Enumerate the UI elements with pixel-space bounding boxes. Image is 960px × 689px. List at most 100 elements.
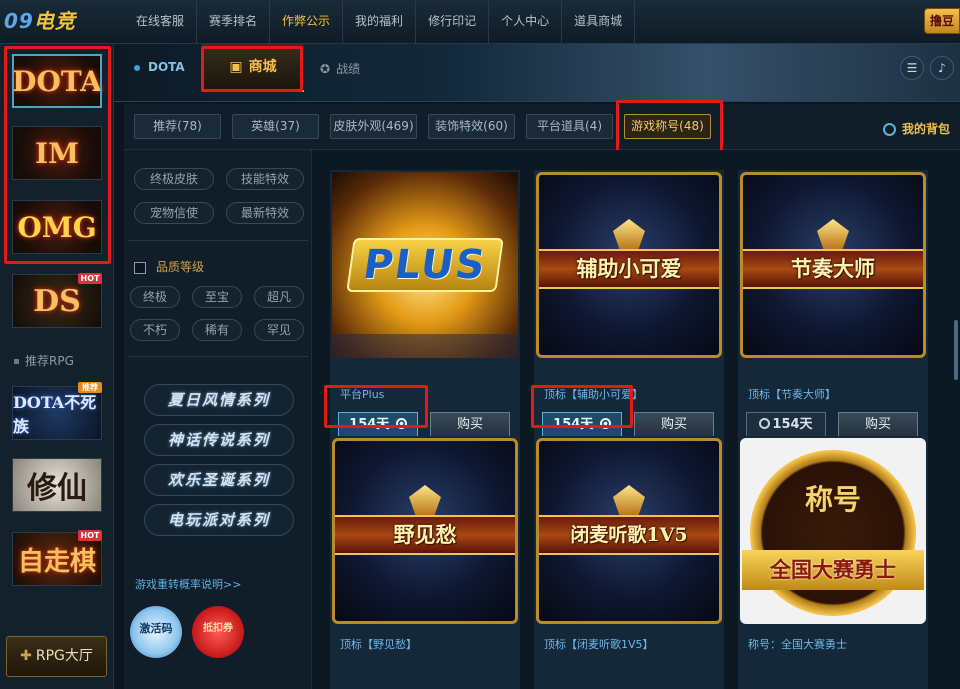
category-bar: 推荐(78) 英雄(37) 皮肤外观(469) 装饰特效(60) 平台道具(4)… [124, 104, 960, 150]
duration-option[interactable]: 154天 [542, 412, 622, 438]
product-image[interactable]: 节奏大师 [740, 172, 926, 358]
product-image[interactable]: 野见愁 [332, 438, 518, 624]
title-ribbon: 节奏大师 [743, 249, 923, 289]
recommended-rpg-label: 推荐RPG [14, 352, 74, 369]
topnav-user-center[interactable]: 个人中心 [489, 0, 563, 44]
product-name: 顶标【节奏大师】 [748, 388, 836, 401]
product-grid: PLUS 平台Plus 154天 购买 辅助小可爱 顶标【辅助小可爱】 154天… [312, 150, 960, 689]
speaker-icon[interactable]: ♪ [930, 56, 954, 80]
product-name: 顶标【野见愁】 [340, 638, 417, 651]
title-ribbon: 闭麦听歌1V5 [539, 515, 719, 555]
badge-disc [750, 450, 916, 616]
recommend-badge: 推荐 [78, 382, 102, 393]
product-card[interactable]: 称号 全国大赛勇士 称号：全国大赛勇士 [738, 436, 928, 689]
game-tile-xiuxian[interactable]: 修仙 [12, 458, 102, 512]
duration-option[interactable]: 154天 [746, 412, 826, 438]
badge-title: 称号 [804, 483, 861, 516]
coupon-button[interactable]: 抵扣券 [192, 606, 244, 658]
topnav-online-service[interactable]: 在线客服 [124, 0, 198, 44]
tab-stats[interactable]: ✪ 战绩 [320, 60, 360, 77]
tab-dota[interactable]: DOTA [134, 60, 185, 74]
bean-button[interactable]: 撸豆 [924, 8, 960, 34]
quality-option[interactable]: 至宝 [192, 286, 242, 308]
product-image[interactable]: PLUS [332, 172, 518, 358]
category-skins[interactable]: 皮肤外观(469) [330, 114, 417, 139]
divider [128, 240, 308, 241]
product-name: 顶标【闭麦听歌1V5】 [544, 638, 654, 651]
category-recommend[interactable]: 推荐(78) [134, 114, 221, 139]
topnav-my-benefits[interactable]: 我的福利 [343, 0, 417, 44]
topnav-cheat-notice[interactable]: 作弊公示 [270, 0, 344, 44]
series-arcade-party[interactable]: 电玩派对系列 [144, 504, 294, 536]
list-icon[interactable]: ☰ [900, 56, 924, 80]
filter-tag[interactable]: 技能特效 [226, 168, 304, 190]
logo[interactable]: 09电竞 [4, 6, 112, 36]
filter-tag[interactable]: 终极皮肤 [134, 168, 214, 190]
buy-button[interactable]: 购买 [634, 412, 714, 438]
quality-option[interactable]: 终极 [130, 286, 180, 308]
probability-link[interactable]: 游戏重转概率说明>> [135, 576, 241, 592]
plus-logo: PLUS [346, 238, 504, 292]
quality-option[interactable]: 稀有 [192, 319, 242, 341]
top-nav-bar: 09电竞 在线客服 赛季排名 作弊公示 我的福利 修行印记 个人中心 道具商城 … [0, 0, 960, 44]
scrollbar[interactable] [954, 320, 958, 380]
quality-filter-toggle[interactable]: 品质等级 [134, 258, 204, 275]
topnav-item-mall[interactable]: 道具商城 [562, 0, 636, 44]
crown-icon [613, 485, 645, 515]
product-image[interactable]: 闭麦听歌1V5 [536, 438, 722, 624]
crown-icon [817, 219, 849, 249]
product-name: 平台Plus [340, 388, 385, 401]
main-tab-banner: DOTA ▣ 商城 ✪ 战绩 ☰ ♪ [114, 44, 960, 102]
buy-button[interactable]: 购买 [838, 412, 918, 438]
activation-code-button[interactable]: 激活码 [130, 606, 182, 658]
hot-badge: HOT [78, 530, 102, 541]
quality-option[interactable]: 不朽 [130, 319, 180, 341]
category-heroes[interactable]: 英雄(37) [232, 114, 319, 139]
backpack-icon [882, 123, 896, 136]
badge-band: 全国大赛勇士 [742, 550, 924, 590]
shop-icon: ▣ [229, 59, 243, 75]
game-sidebar: DOTA IM OMG DS HOT 推荐RPG DOTA不死族 推荐 修仙 自… [0, 44, 114, 689]
product-card[interactable]: 闭麦听歌1V5 顶标【闭麦听歌1V5】 [534, 436, 724, 689]
top-nav: 在线客服 赛季排名 作弊公示 我的福利 修行印记 个人中心 道具商城 [124, 0, 636, 44]
duration-option[interactable]: 154天 [338, 412, 418, 438]
quality-option[interactable]: 超凡 [254, 286, 304, 308]
product-name: 称号：全国大赛勇士 [748, 638, 847, 651]
series-summer[interactable]: 夏日风情系列 [144, 384, 294, 416]
radio-icon [759, 418, 771, 429]
product-image[interactable]: 辅助小可爱 [536, 172, 722, 358]
buy-button[interactable]: 购买 [430, 412, 510, 438]
filter-panel: 终极皮肤 技能特效 宠物信使 最新特效 品质等级 终极 至宝 超凡 不朽 稀有 … [124, 150, 312, 689]
my-backpack-button[interactable]: 我的背包 [882, 120, 950, 137]
dot-icon [134, 64, 140, 71]
product-card[interactable]: 节奏大师 顶标【节奏大师】 154天 购买 [738, 170, 928, 440]
crown-icon [409, 485, 441, 515]
radio-icon [395, 418, 407, 429]
rpg-hall-button[interactable]: ✚ RPG大厅 [6, 636, 107, 677]
crown-icon [613, 219, 645, 249]
filter-tag[interactable]: 最新特效 [226, 202, 304, 224]
game-tile-dota-undead[interactable]: DOTA不死族 [12, 386, 102, 440]
category-platform-items[interactable]: 平台道具(4) [526, 114, 613, 139]
category-effects[interactable]: 装饰特效(60) [428, 114, 515, 139]
product-name: 顶标【辅助小可爱】 [544, 388, 643, 401]
product-image[interactable]: 称号 全国大赛勇士 [740, 438, 926, 624]
topnav-practice-mark[interactable]: 修行印记 [416, 0, 490, 44]
product-card[interactable]: 野见愁 顶标【野见愁】 [330, 436, 520, 689]
product-card[interactable]: 辅助小可爱 顶标【辅助小可爱】 154天 购买 [534, 170, 724, 440]
topnav-season-rank[interactable]: 赛季排名 [197, 0, 271, 44]
quality-option[interactable]: 罕见 [254, 319, 304, 341]
title-ribbon: 野见愁 [335, 515, 515, 555]
series-christmas[interactable]: 欢乐圣诞系列 [144, 464, 294, 496]
category-titles[interactable]: 游戏称号(48) [624, 114, 711, 139]
checkbox[interactable] [134, 261, 146, 274]
series-myth[interactable]: 神话传说系列 [144, 424, 294, 456]
gamepad-icon: ✚ [20, 648, 32, 664]
tab-shop[interactable]: ▣ 商城 [202, 44, 304, 92]
game-tile-omg[interactable]: OMG [12, 200, 102, 254]
game-tile-dota[interactable]: DOTA [12, 54, 102, 108]
divider [128, 356, 308, 357]
game-tile-im[interactable]: IM [12, 126, 102, 180]
product-card[interactable]: PLUS 平台Plus 154天 购买 [330, 170, 520, 440]
filter-tag[interactable]: 宠物信使 [134, 202, 214, 224]
